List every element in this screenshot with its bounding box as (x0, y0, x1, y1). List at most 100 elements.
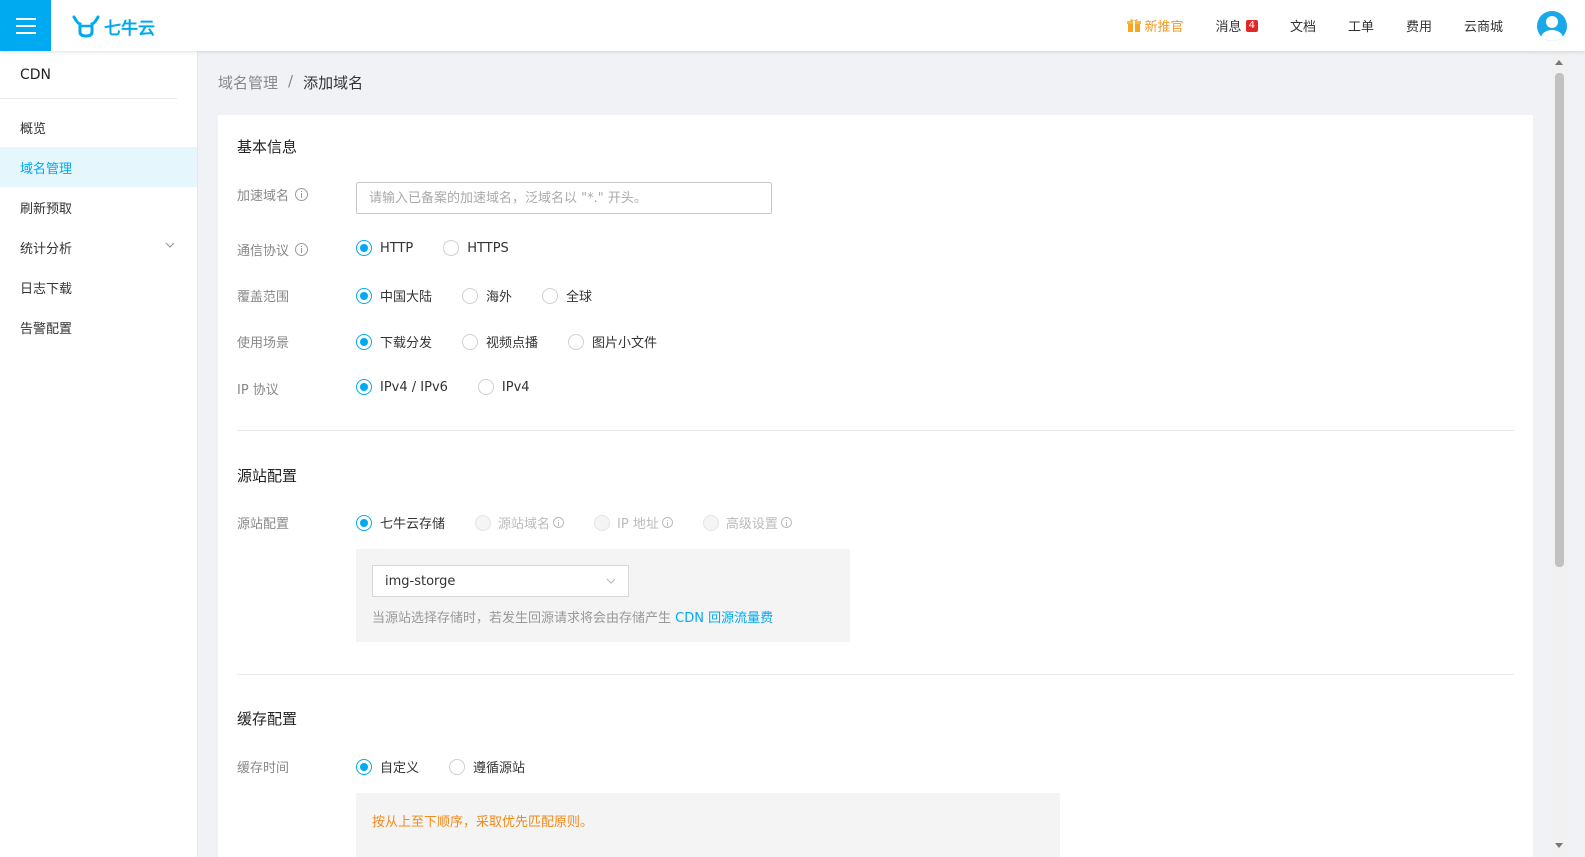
breadcrumb-parent[interactable]: 域名管理 (218, 72, 278, 93)
domain-input[interactable] (356, 182, 772, 214)
sidebar-item-alert-config[interactable]: 告警配置 (0, 307, 197, 347)
radio-label: 自定义 (380, 761, 420, 776)
radio-label: 中国大陆 (380, 290, 433, 305)
nav-marketplace-label: 云商城 (1463, 20, 1503, 35)
sidebar-item-statistics[interactable]: 统计分析 (0, 227, 197, 267)
nav-messages[interactable]: 消息 4 (1216, 16, 1258, 35)
protocol-label: 通信协议 (237, 240, 309, 259)
origin-label-text: 源站配置 (237, 517, 290, 532)
origin-fee-link[interactable]: CDN 回源流量费 (675, 611, 773, 626)
basic-info-title: 基本信息 (237, 138, 298, 156)
coverage-option-global[interactable]: 全球 (542, 286, 592, 305)
hamburger-menu-icon[interactable] (0, 0, 51, 51)
radio-checked-icon (356, 287, 372, 304)
cache-option-follow-origin[interactable]: 遵循源站 (449, 757, 525, 776)
radio-checked-icon (356, 333, 372, 350)
radio-label: HTTPS (467, 240, 509, 256)
origin-storage-panel: img-storge 当源站选择存储时，若发生回源请求将会由存储产生 CDN 回… (356, 549, 850, 642)
message-count-badge: 4 (1245, 19, 1258, 32)
sidebar-item-label: 统计分析 (20, 241, 73, 257)
scenario-radio-group: 下载分发 视频点播 图片小文件 (356, 332, 687, 351)
breadcrumb-separator: / (288, 72, 294, 90)
bucket-select-value: img-storge (385, 573, 456, 589)
chevron-down-icon (165, 242, 175, 248)
top-bar: 七牛云 新推官 消息 4 文档 工单 费用 云商城 (0, 0, 1585, 51)
scenario-option-download[interactable]: 下载分发 (356, 332, 432, 351)
info-icon[interactable] (553, 517, 565, 528)
ip-option-dual[interactable]: IPv4 / IPv6 (356, 379, 448, 395)
coverage-label-text: 覆盖范围 (237, 290, 290, 305)
radio-label: 图片小文件 (592, 336, 658, 351)
scroll-up-arrow-icon[interactable] (1555, 60, 1563, 65)
sidebar-item-log-download[interactable]: 日志下载 (0, 267, 197, 307)
coverage-option-mainland[interactable]: 中国大陆 (356, 286, 432, 305)
origin-option-origin-domain: 源站域名 (475, 513, 565, 532)
radio-label: 下载分发 (380, 336, 433, 351)
sidebar-item-overview[interactable]: 概览 (0, 107, 197, 147)
radio-unchecked-icon (443, 240, 460, 256)
scenario-option-vod[interactable]: 视频点播 (462, 332, 538, 351)
info-icon[interactable] (780, 517, 792, 528)
ip-option-ipv4[interactable]: IPv4 (477, 379, 530, 395)
sidebar-item-domain-management[interactable]: 域名管理 (0, 147, 197, 187)
nav-billing[interactable]: 费用 (1406, 16, 1432, 35)
sidebar-item-label: 告警配置 (20, 321, 73, 337)
radio-label: IP 地址 (617, 517, 659, 532)
radio-unchecked-icon (449, 758, 466, 775)
domain-label: 加速域名 (237, 185, 309, 204)
qiniu-logo-icon (72, 15, 100, 38)
info-icon[interactable] (295, 243, 309, 256)
section-divider (237, 674, 1514, 675)
radio-label: 视频点播 (486, 336, 539, 351)
origin-option-qiniu-storage[interactable]: 七牛云存储 (356, 513, 445, 532)
user-avatar-icon[interactable] (1537, 10, 1567, 41)
cache-radio-group: 自定义 遵循源站 (356, 757, 555, 776)
domain-label-text: 加速域名 (237, 189, 290, 204)
nav-billing-label: 费用 (1405, 20, 1432, 35)
vertical-scrollbar[interactable] (1551, 51, 1568, 857)
breadcrumb-current: 添加域名 (303, 74, 364, 92)
sidebar-item-refresh-prefetch[interactable]: 刷新预取 (0, 187, 197, 227)
nav-marketplace[interactable]: 云商城 (1464, 16, 1503, 35)
radio-label: 高级设置 (725, 517, 778, 532)
cache-time-label-text: 缓存时间 (237, 761, 290, 776)
radio-checked-icon (356, 379, 372, 395)
qiniu-logo[interactable]: 七牛云 (72, 12, 155, 40)
nav-tickets[interactable]: 工单 (1348, 16, 1374, 35)
radio-label: HTTP (380, 240, 414, 256)
radio-disabled-icon (594, 514, 611, 531)
info-icon[interactable] (295, 188, 309, 201)
nav-tickets-label: 工单 (1347, 20, 1374, 35)
scenario-option-small-files[interactable]: 图片小文件 (568, 332, 657, 351)
bucket-select[interactable]: img-storge (372, 565, 629, 597)
radio-label: 七牛云存储 (380, 517, 446, 532)
nav-new-promoter[interactable]: 新推官 (1126, 16, 1184, 35)
ip-protocol-label-text: IP 协议 (237, 383, 279, 398)
radio-unchecked-icon (542, 287, 559, 304)
cache-priority-note: 按从上至下顺序，采取优先匹配原则。 (372, 815, 594, 830)
sidebar: CDN 概览 域名管理 刷新预取 统计分析 日志下载 告警配置 (0, 51, 198, 857)
origin-note-text: 当源站选择存储时，若发生回源请求将会由存储产生 (372, 611, 672, 626)
radio-unchecked-icon (462, 287, 479, 304)
cache-config-title: 缓存配置 (237, 710, 298, 728)
scrollbar-thumb[interactable] (1555, 73, 1564, 567)
radio-checked-icon (356, 758, 372, 775)
radio-disabled-icon (702, 514, 719, 531)
nav-docs[interactable]: 文档 (1290, 16, 1316, 35)
top-nav: 新推官 消息 4 文档 工单 费用 云商城 (1126, 0, 1585, 51)
logo-text: 七牛云 (104, 18, 155, 39)
scroll-down-arrow-icon[interactable] (1555, 843, 1563, 848)
coverage-option-overseas[interactable]: 海外 (462, 286, 512, 305)
nav-docs-label: 文档 (1289, 20, 1316, 35)
cache-rules-panel: 按从上至下顺序，采取优先匹配原则。 (356, 793, 1060, 857)
sidebar-item-label: 概览 (20, 121, 47, 137)
ip-protocol-label: IP 协议 (237, 379, 279, 398)
add-domain-form: 基本信息 加速域名 通信协议 HTTP HTTPS 覆盖范围 中国大陆 海外 全… (218, 115, 1533, 857)
cache-option-custom[interactable]: 自定义 (356, 757, 419, 776)
scenario-label: 使用场景 (237, 332, 289, 351)
sidebar-title: CDN (0, 51, 177, 99)
protocol-option-https[interactable]: HTTPS (443, 240, 509, 256)
protocol-option-http[interactable]: HTTP (356, 240, 413, 256)
sidebar-item-label: 域名管理 (20, 161, 73, 177)
info-icon[interactable] (661, 517, 673, 528)
